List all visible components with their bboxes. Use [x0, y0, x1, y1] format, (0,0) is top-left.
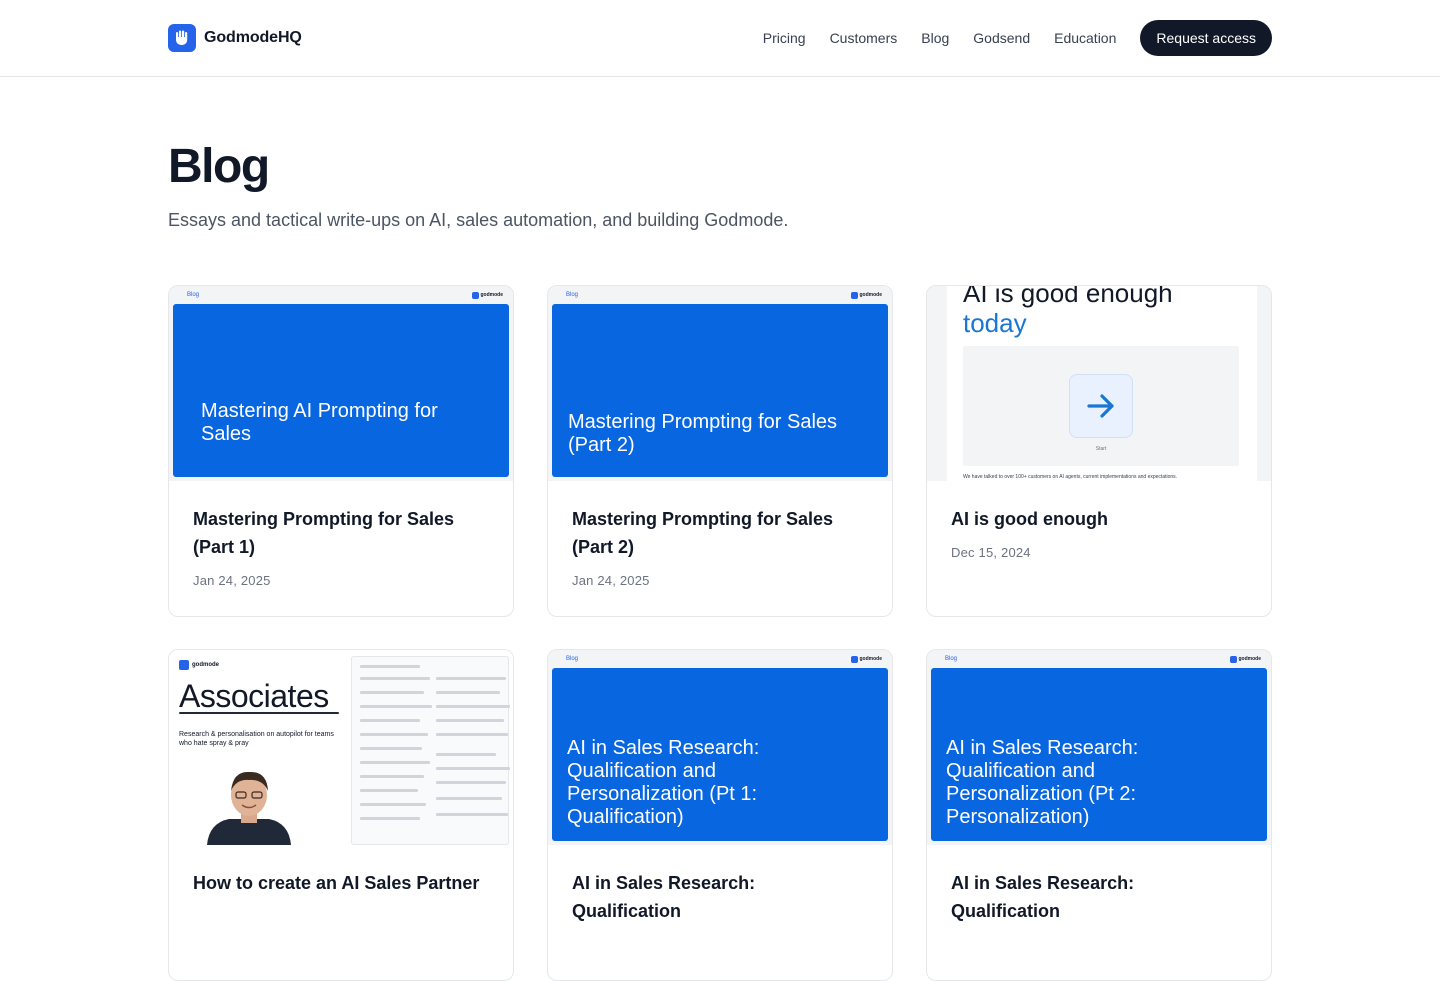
thumb-tag: Blog — [566, 292, 579, 298]
brand-link[interactable]: GodmodeHQ — [168, 24, 302, 52]
hand-logo-icon — [850, 655, 858, 663]
post-grid: Blog godmode Mastering AI Prompting for … — [168, 285, 1272, 981]
post-title: Mastering Prompting for Sales (Part 2) — [572, 509, 834, 557]
post-title: AI is good enough — [951, 509, 1108, 529]
post-title: How to create an AI Sales Partner — [193, 873, 480, 893]
main-nav: Pricing Customers Blog Godsend Education… — [763, 20, 1272, 56]
post-date: Dec 15, 2024 — [951, 545, 1031, 560]
app-screenshot — [351, 656, 510, 845]
thumb-heading: Mastering Prompting for Sales (Part 2) — [568, 411, 838, 456]
post-card[interactable]: Blog godmode AI in Sales Research: Quali… — [926, 649, 1272, 981]
post-card[interactable]: Blog godmode Mastering AI Prompting for … — [168, 285, 514, 617]
post-thumbnail: AI is good enough today Start We have ta… — [927, 286, 1271, 481]
post-title: AI in Sales Research: Qualification — [951, 873, 1135, 921]
hand-logo-icon — [850, 291, 858, 299]
thumb-heading: AI is good enough — [963, 286, 1173, 308]
hand-logo-icon — [1229, 655, 1237, 663]
thumb-heading-accent: today — [963, 308, 1027, 338]
brand-name: GodmodeHQ — [204, 29, 302, 46]
thumb-brand: godmode — [192, 662, 219, 668]
hand-logo-icon — [168, 24, 196, 52]
post-card[interactable]: Blog godmode Mastering Prompting for Sal… — [547, 285, 893, 617]
nav-link-blog[interactable]: Blog — [921, 20, 949, 56]
post-title: AI in Sales Research: Qualification — [572, 873, 756, 921]
nav-link-pricing[interactable]: Pricing — [763, 20, 806, 56]
blog-hero: Blog Essays and tactical write-ups on AI… — [168, 140, 788, 231]
thumb-heading: AI in Sales Research: Qualification and … — [567, 737, 760, 828]
post-thumbnail: Blog godmode AI in Sales Research: Quali… — [548, 650, 892, 845]
thumb-heading: AI in Sales Research: Qualification and … — [946, 737, 1139, 828]
thumb-tag: Blog — [566, 656, 579, 662]
thumb-panel: Mastering AI Prompting for Sales — [173, 304, 509, 477]
post-card[interactable]: AI is good enough today Start We have ta… — [926, 285, 1272, 617]
post-card[interactable]: Blog godmode AI in Sales Research: Quali… — [547, 649, 893, 981]
page-title: Blog — [168, 140, 270, 193]
thumb-brand: godmode — [859, 656, 883, 662]
nav-link-customers[interactable]: Customers — [830, 20, 898, 56]
person-photo — [199, 765, 299, 845]
thumb-tag: Blog — [187, 292, 200, 298]
post-date: Jan 24, 2025 — [572, 573, 650, 588]
request-access-button[interactable]: Request access — [1140, 20, 1272, 56]
thumb-tagline: Research & personalisation on autopilot … — [179, 731, 334, 747]
hand-logo-icon — [471, 291, 479, 299]
hand-logo-icon — [179, 660, 189, 670]
post-thumbnail: Blog godmode Mastering AI Prompting for … — [169, 286, 513, 481]
post-title: Mastering Prompting for Sales (Part 1) — [193, 509, 455, 557]
page-subtitle: Essays and tactical write-ups on AI, sal… — [168, 210, 789, 230]
thumb-heading: Associates — [179, 678, 329, 714]
thumb-heading: Mastering AI Prompting for Sales — [201, 400, 438, 445]
thumb-caption: We have talked to over 100+ customers on… — [963, 474, 1178, 480]
post-thumbnail: Blog godmode AI in Sales Research: Quali… — [927, 650, 1271, 845]
thumb-panel: AI in Sales Research: Qualification and … — [931, 668, 1267, 841]
post-thumbnail: godmode Associates Research & personalis… — [169, 650, 513, 845]
thumb-brand: godmode — [480, 292, 504, 298]
post-date: Jan 24, 2025 — [193, 573, 271, 588]
thumb-brand: godmode — [859, 292, 883, 298]
arrow-right-icon — [1069, 374, 1133, 438]
site-header: GodmodeHQ Pricing Customers Blog Godsend… — [0, 0, 1440, 77]
thumb-start-label: Start — [1095, 446, 1107, 452]
nav-link-godsend[interactable]: Godsend — [973, 20, 1030, 56]
thumb-panel: Mastering Prompting for Sales (Part 2) — [552, 304, 888, 477]
post-card[interactable]: godmode Associates Research & personalis… — [168, 649, 514, 981]
post-thumbnail: Blog godmode Mastering Prompting for Sal… — [548, 286, 892, 481]
nav-link-education[interactable]: Education — [1054, 20, 1116, 56]
thumb-panel: AI in Sales Research: Qualification and … — [552, 668, 888, 841]
thumb-tag: Blog — [945, 656, 958, 662]
thumb-brand: godmode — [1238, 656, 1262, 662]
